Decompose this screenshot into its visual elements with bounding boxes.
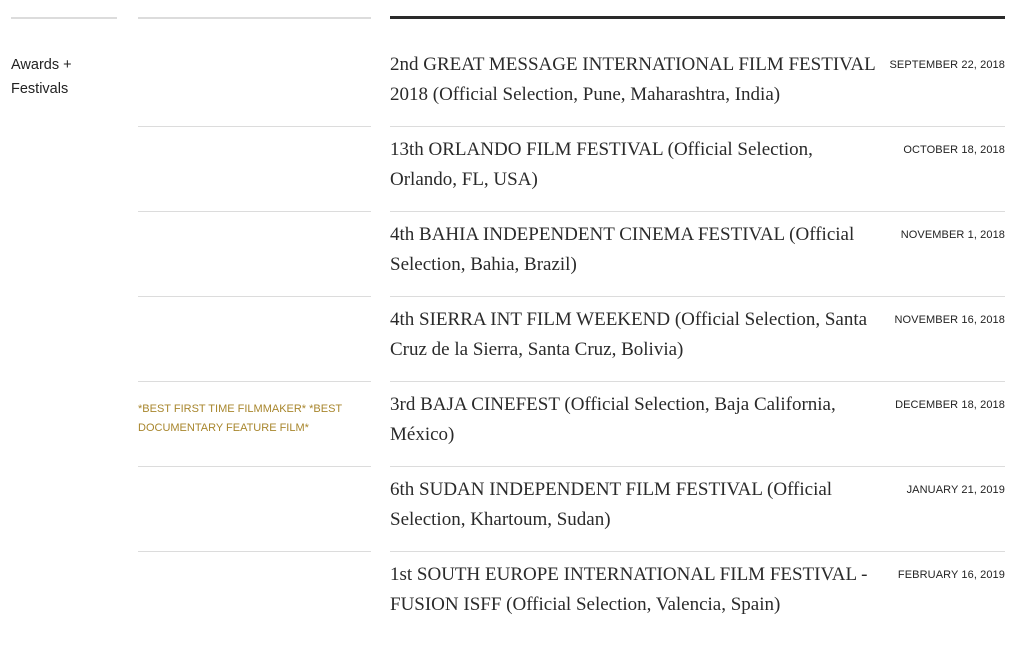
festival-title: 1st SOUTH EUROPE INTERNATIONAL FILM FEST… <box>390 564 868 615</box>
festival-row: 13th ORLANDO FILM FESTIVAL (Official Sel… <box>0 127 1024 212</box>
festival-row: 4th BAHIA INDEPENDENT CINEMA FESTIVAL (O… <box>0 212 1024 297</box>
festival-row: 4th SIERRA INT FILM WEEKEND (Official Se… <box>0 297 1024 382</box>
festival-title: 6th SUDAN INDEPENDENT FILM FESTIVAL (Off… <box>390 479 833 530</box>
festivals-column-top-rule <box>390 16 1005 19</box>
festival-date: NOVEMBER 1, 2018 <box>900 229 1005 241</box>
festival-award: *BEST FIRST TIME FILMMAKER* *BEST DOCUME… <box>138 403 342 434</box>
festival-title: 4th SIERRA INT FILM WEEKEND (Official Se… <box>390 309 868 360</box>
festival-row: 6th SUDAN INDEPENDENT FILM FESTIVAL (Off… <box>0 467 1024 552</box>
festival-row: 1st SOUTH EUROPE INTERNATIONAL FILM FEST… <box>0 552 1024 666</box>
festival-date: JANUARY 21, 2019 <box>906 484 1005 496</box>
festival-date: NOVEMBER 16, 2018 <box>894 314 1005 326</box>
festival-date: FEBRUARY 16, 2019 <box>897 569 1005 581</box>
festival-row: 2nd GREAT MESSAGE INTERNATIONAL FILM FES… <box>0 42 1024 127</box>
festival-row: *BEST FIRST TIME FILMMAKER* *BEST DOCUME… <box>0 382 1024 467</box>
festival-date: OCTOBER 18, 2018 <box>903 144 1005 156</box>
festival-list: 2nd GREAT MESSAGE INTERNATIONAL FILM FES… <box>0 42 1024 666</box>
awards-column-top-rule <box>138 17 371 19</box>
festival-date: SEPTEMBER 22, 2018 <box>889 59 1005 71</box>
festival-title: 2nd GREAT MESSAGE INTERNATIONAL FILM FES… <box>390 54 876 105</box>
festival-title: 13th ORLANDO FILM FESTIVAL (Official Sel… <box>390 139 813 190</box>
section-top-rule <box>11 17 117 19</box>
festival-date: DECEMBER 18, 2018 <box>895 399 1005 411</box>
festival-title: 4th BAHIA INDEPENDENT CINEMA FESTIVAL (O… <box>390 224 855 275</box>
festival-title: 3rd BAJA CINEFEST (Official Selection, B… <box>390 394 836 445</box>
